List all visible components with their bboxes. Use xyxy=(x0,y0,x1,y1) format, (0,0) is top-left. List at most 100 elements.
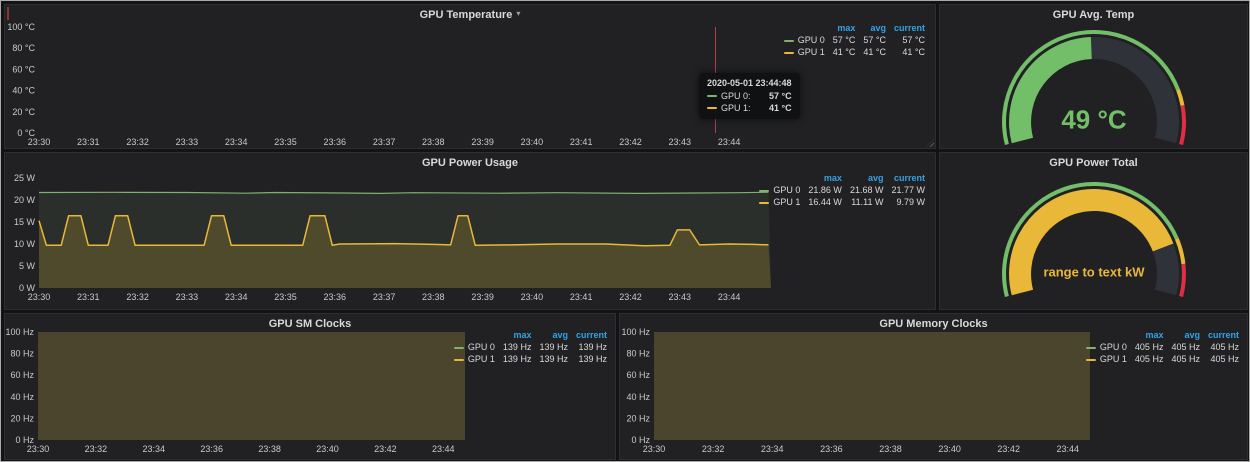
legend-value: 57 °C xyxy=(890,34,929,46)
legend-value: 405 Hz xyxy=(1204,341,1243,353)
legend-col-current[interactable]: current xyxy=(890,22,929,34)
gauge-value: 49 °C xyxy=(1061,105,1126,136)
legend-series-name[interactable]: GPU 1 xyxy=(450,353,499,365)
legend-value: 16.44 W xyxy=(804,196,846,208)
legend-col-max[interactable]: max xyxy=(804,172,846,184)
legend-value: 41 °C xyxy=(829,46,860,58)
chart-legend: maxavgcurrentGPU 0139 Hz139 Hz139 HzGPU … xyxy=(450,329,611,365)
y-axis-label: 20 °C xyxy=(12,107,35,117)
legend-series-name[interactable]: GPU 1 xyxy=(780,46,829,58)
panel-title[interactable]: GPU Memory Clocks xyxy=(879,318,987,330)
y-axis-label: 20 Hz xyxy=(626,413,650,423)
panel-header[interactable]: GPU Avg. Temp xyxy=(940,5,1247,22)
x-axis-label: 23:43 xyxy=(669,137,692,147)
x-axis-label: 23:40 xyxy=(316,444,339,454)
legend-value: 11.11 W xyxy=(846,196,888,208)
panel-title[interactable]: GPU Avg. Temp xyxy=(1053,9,1135,21)
legend-value: 405 Hz xyxy=(1167,353,1204,365)
x-axis-label: 23:44 xyxy=(718,292,741,302)
panel-header[interactable]: GPU Power Total xyxy=(940,153,1247,170)
x-axis-label: 23:43 xyxy=(669,292,692,302)
legend-series-name[interactable]: GPU 0 xyxy=(755,184,804,196)
x-axis-label: 23:32 xyxy=(126,137,149,147)
legend-row: GPU 057 °C57 °C57 °C xyxy=(780,34,929,46)
legend-row: GPU 1405 Hz405 Hz405 Hz xyxy=(1082,353,1243,365)
legend-series-name[interactable]: GPU 0 xyxy=(1082,341,1131,353)
legend-series-name[interactable]: GPU 1 xyxy=(1082,353,1131,365)
y-axis-label: 60 °C xyxy=(12,64,35,74)
panel-title[interactable]: GPU Temperature xyxy=(420,9,513,21)
x-axis-label: 23:34 xyxy=(225,292,248,302)
legend-row: GPU 116.44 W11.11 W9.79 W xyxy=(755,196,929,208)
x-axis-label: 23:37 xyxy=(373,292,396,302)
legend-col-avg[interactable]: avg xyxy=(846,172,888,184)
legend-row: GPU 141 °C41 °C41 °C xyxy=(780,46,929,58)
legend-value: 405 Hz xyxy=(1204,353,1243,365)
legend-value: 21.77 W xyxy=(887,184,929,196)
legend-col-current[interactable]: current xyxy=(887,172,929,184)
y-axis-label: 40 Hz xyxy=(626,392,650,402)
series-swatch xyxy=(454,347,464,349)
legend-col-avg[interactable]: avg xyxy=(859,22,890,34)
y-axis-label: 10 W xyxy=(14,239,36,249)
x-axis-label: 23:30 xyxy=(28,137,51,147)
panel-menu-caret-icon[interactable]: ▾ xyxy=(516,9,520,18)
legend-value: 21.86 W xyxy=(804,184,846,196)
x-axis-label: 23:35 xyxy=(274,137,297,147)
tooltip-series-label: GPU 1: xyxy=(721,103,751,113)
legend-value: 57 °C xyxy=(829,34,860,46)
x-axis-label: 23:44 xyxy=(1057,444,1080,454)
tooltip-series-label: GPU 0: xyxy=(721,91,751,101)
legend-series-name[interactable]: GPU 0 xyxy=(450,341,499,353)
y-axis-label: 80 °C xyxy=(12,43,35,53)
panel-gpu-power-usage: GPU Power Usage 0 W5 W10 W15 W20 W25 W23… xyxy=(4,152,936,310)
legend-value: 139 Hz xyxy=(535,341,572,353)
panel-header[interactable]: GPU Power Usage xyxy=(5,153,935,170)
legend-series-name[interactable]: GPU 0 xyxy=(780,34,829,46)
series-swatch xyxy=(1086,359,1096,361)
series-swatch xyxy=(1086,347,1096,349)
panel-gpu-power-total: GPU Power Total range to text kW xyxy=(939,152,1248,310)
x-axis-label: 23:38 xyxy=(422,292,445,302)
panel-header[interactable]: GPU Memory Clocks xyxy=(620,314,1247,331)
legend-row: GPU 1139 Hz139 Hz139 Hz xyxy=(450,353,611,365)
panel-header[interactable]: GPU SM Clocks xyxy=(5,314,615,331)
x-axis-label: 23:33 xyxy=(176,292,199,302)
y-axis-label: 40 Hz xyxy=(10,392,34,402)
x-axis-label: 23:34 xyxy=(225,137,248,147)
series-swatch xyxy=(759,190,769,192)
panel-gpu-memory-clocks: GPU Memory Clocks 0 Hz20 Hz40 Hz60 Hz80 … xyxy=(619,313,1248,460)
series-swatch xyxy=(784,52,794,54)
panel-title[interactable]: GPU Power Usage xyxy=(422,157,518,169)
x-axis-label: 23:32 xyxy=(702,444,725,454)
legend-series-name[interactable]: GPU 1 xyxy=(755,196,804,208)
legend-row: GPU 0139 Hz139 Hz139 Hz xyxy=(450,341,611,353)
legend-value: 41 °C xyxy=(890,46,929,58)
legend-col-max[interactable]: max xyxy=(829,22,860,34)
legend-value: 21.68 W xyxy=(846,184,888,196)
legend-value: 139 Hz xyxy=(572,353,611,365)
x-axis-label: 23:36 xyxy=(324,137,347,147)
legend-value: 405 Hz xyxy=(1131,341,1168,353)
x-axis-label: 23:44 xyxy=(432,444,455,454)
x-axis-label: 23:36 xyxy=(820,444,843,454)
legend-row: GPU 0405 Hz405 Hz405 Hz xyxy=(1082,341,1243,353)
chart-legend: maxavgcurrentGPU 021.86 W21.68 W21.77 WG… xyxy=(755,172,929,208)
x-axis-label: 23:30 xyxy=(27,444,50,454)
panel-header[interactable]: GPU Temperature▾ xyxy=(5,5,935,22)
y-axis-label: 100 °C xyxy=(7,22,35,32)
x-axis-label: 23:41 xyxy=(570,137,593,147)
panel-title[interactable]: GPU SM Clocks xyxy=(269,318,352,330)
panel-gpu-temperature: GPU Temperature▾ 0 °C20 °C40 °C60 °C80 °… xyxy=(4,4,936,149)
tooltip-row: GPU 0: 57 °C xyxy=(707,91,792,101)
legend-row: GPU 021.86 W21.68 W21.77 W xyxy=(755,184,929,196)
gpu-power-total-gauge xyxy=(940,153,1247,309)
x-axis-label: 23:40 xyxy=(938,444,961,454)
legend-value: 139 Hz xyxy=(499,341,536,353)
tooltip-series-value: 41 °C xyxy=(757,103,792,113)
x-axis-label: 23:31 xyxy=(77,137,100,147)
panel-title[interactable]: GPU Power Total xyxy=(1049,157,1137,169)
series-swatch xyxy=(707,107,717,109)
x-axis-label: 23:36 xyxy=(200,444,223,454)
series-swatch xyxy=(454,359,464,361)
